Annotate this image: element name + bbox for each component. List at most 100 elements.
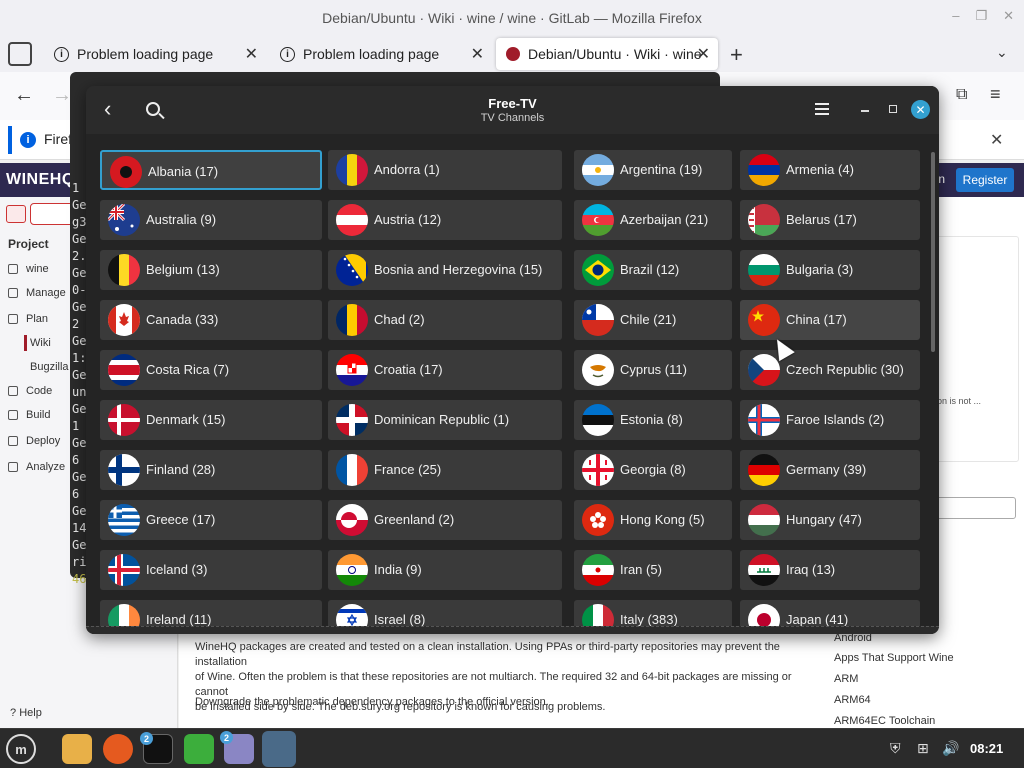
country-tile-iraq[interactable]: Iraq (13) [740, 550, 920, 590]
country-tile-ireland[interactable]: Ireland (11) [100, 600, 322, 626]
sidebar-item-bugzilla[interactable]: Bugzilla [30, 361, 69, 373]
sidebar-item-wiki[interactable]: Wiki [24, 335, 51, 351]
extensions-icon[interactable]: ⧉ [956, 86, 967, 104]
maximize-icon[interactable] [889, 105, 897, 113]
country-tile-chad[interactable]: Chad (2) [328, 300, 562, 340]
wiki-link-arm64ec[interactable]: ARM64EC Toolchain [834, 715, 935, 727]
japan-flag-icon [748, 604, 780, 626]
firefox-icon[interactable] [103, 734, 133, 764]
minimize-icon[interactable]: – [952, 8, 959, 24]
country-tile-belgium[interactable]: Belgium (13) [100, 250, 322, 290]
country-tile-hungary[interactable]: Hungary (47) [740, 500, 920, 540]
country-tile-cyprus[interactable]: Cyprus (11) [574, 350, 732, 390]
hamburger-menu-icon[interactable] [815, 103, 829, 115]
close-icon[interactable]: ✕ [1003, 8, 1014, 24]
tab-problem-1[interactable]: i Problem loading page ✕ [44, 38, 266, 70]
minimize-icon[interactable] [861, 110, 869, 112]
close-tab-icon[interactable]: ✕ [471, 44, 484, 64]
country-tile-argentina[interactable]: Argentina (19) [574, 150, 732, 190]
sidebar-item-manage[interactable]: Manage [8, 287, 66, 299]
volume-icon[interactable]: 🔊 [942, 740, 959, 757]
country-tile-italy[interactable]: Italy (383) [574, 600, 732, 626]
country-tile-azerbaijan[interactable]: Azerbaijan (21) [574, 200, 732, 240]
sidebar-item-analyze[interactable]: Analyze [8, 461, 65, 473]
country-tile-israel[interactable]: Israel (8) [328, 600, 562, 626]
estonia-flag-icon [582, 404, 614, 436]
country-tile-costa-rica[interactable]: Costa Rica (7) [100, 350, 322, 390]
country-tile-finland[interactable]: Finland (28) [100, 450, 322, 490]
close-icon[interactable]: ✕ [911, 100, 930, 119]
country-tile-iceland[interactable]: Iceland (3) [100, 550, 322, 590]
files-icon[interactable] [62, 734, 92, 764]
wiki-search-field[interactable] [935, 497, 1016, 519]
sidebar-item-code[interactable]: Code [8, 385, 52, 397]
close-notice-icon[interactable]: ✕ [990, 130, 1003, 150]
tab-problem-2[interactable]: i Problem loading page ✕ [270, 38, 492, 70]
country-tile-australia[interactable]: Australia (9) [100, 200, 322, 240]
network-icon[interactable]: ⊞ [917, 740, 929, 757]
terminal-line: un [72, 385, 87, 399]
country-tile-india[interactable]: India (9) [328, 550, 562, 590]
scrollbar[interactable] [931, 152, 935, 352]
country-tile-andorra[interactable]: Andorra (1) [328, 150, 562, 190]
chevron-down-icon[interactable]: ⌄ [996, 44, 1008, 61]
wiki-link-apps[interactable]: Apps That Support Wine [834, 652, 954, 664]
winehq-logo[interactable]: WINEHQ [6, 171, 75, 189]
country-tile-albania[interactable]: Albania (17) [100, 150, 322, 190]
country-tile-belarus[interactable]: Belarus (17) [740, 200, 920, 240]
help-link[interactable]: ? Help [10, 707, 42, 719]
country-tile-estonia[interactable]: Estonia (8) [574, 400, 732, 440]
terminal-icon[interactable]: 2 [140, 732, 173, 764]
country-tile-bosnia-and-herzegovina[interactable]: Bosnia and Herzegovina (15) [328, 250, 562, 290]
wiki-link-arm[interactable]: ARM [834, 673, 858, 685]
shield-tray-icon[interactable]: ⛨ [890, 740, 901, 757]
czech-flag-icon [748, 354, 780, 386]
country-tile-chile[interactable]: Chile (21) [574, 300, 732, 340]
sidebar-item-deploy[interactable]: Deploy [8, 435, 60, 447]
tab-wiki[interactable]: Debian/Ubuntu · Wiki · wine ✕ [496, 38, 718, 70]
country-tile-brazil[interactable]: Brazil (12) [574, 250, 732, 290]
country-tile-canada[interactable]: Canada (33) [100, 300, 322, 340]
shield-app-icon[interactable] [184, 734, 214, 764]
country-tile-germany[interactable]: Germany (39) [740, 450, 920, 490]
country-tile-bulgaria[interactable]: Bulgaria (3) [740, 250, 920, 290]
hamburger-menu-icon[interactable]: ≡ [990, 84, 1001, 105]
country-tile-iran[interactable]: Iran (5) [574, 550, 732, 590]
canada-flag-icon [108, 304, 140, 336]
country-tile-georgia[interactable]: Georgia (8) [574, 450, 732, 490]
sidebar-item-plan[interactable]: Plan [8, 313, 48, 325]
wiki-link-arm64[interactable]: ARM64 [834, 694, 871, 706]
country-tile-armenia[interactable]: Armenia (4) [740, 150, 920, 190]
country-tile-czech-republic[interactable]: Czech Republic (30) [740, 350, 920, 390]
clock[interactable]: 08:21 [970, 741, 1003, 756]
country-tile-dominican-republic[interactable]: Dominican Republic (1) [328, 400, 562, 440]
country-tile-japan[interactable]: Japan (41) [740, 600, 920, 626]
country-tile-denmark[interactable]: Denmark (15) [100, 400, 322, 440]
sidebar-item-build[interactable]: Build [8, 409, 50, 421]
country-tile-china[interactable]: China (17) [740, 300, 920, 340]
country-tile-croatia[interactable]: Croatia (17) [328, 350, 562, 390]
sidebar-toggle-icon[interactable] [6, 205, 26, 223]
costa-rica-flag-icon [108, 354, 140, 386]
country-tile-france[interactable]: France (25) [328, 450, 562, 490]
country-tile-hong-kong[interactable]: Hong Kong (5) [574, 500, 732, 540]
country-label: Georgia (8) [620, 462, 686, 477]
forward-arrow-icon[interactable]: → [52, 84, 72, 107]
tab-overview-icon[interactable] [8, 42, 32, 66]
sidebar-item-wine[interactable]: wine [8, 263, 49, 275]
country-tile-greece[interactable]: Greece (17) [100, 500, 322, 540]
back-arrow-icon[interactable]: ← [14, 84, 34, 107]
india-flag-icon [336, 554, 368, 586]
new-tab-icon[interactable]: + [730, 42, 743, 68]
nav-label: Build [26, 409, 51, 421]
freetv-icon[interactable] [262, 731, 296, 767]
register-button[interactable]: Register [956, 168, 1014, 192]
country-tile-greenland[interactable]: Greenland (2) [328, 500, 562, 540]
country-tile-faroe-islands[interactable]: Faroe Islands (2) [740, 400, 920, 440]
close-tab-icon[interactable]: ✕ [245, 44, 258, 64]
notes-icon[interactable]: 2 [220, 731, 254, 764]
country-tile-austria[interactable]: Austria (12) [328, 200, 562, 240]
maximize-icon[interactable]: ❐ [975, 8, 987, 24]
close-tab-icon[interactable]: ✕ [697, 44, 710, 64]
mint-menu-icon[interactable]: m [6, 734, 36, 764]
